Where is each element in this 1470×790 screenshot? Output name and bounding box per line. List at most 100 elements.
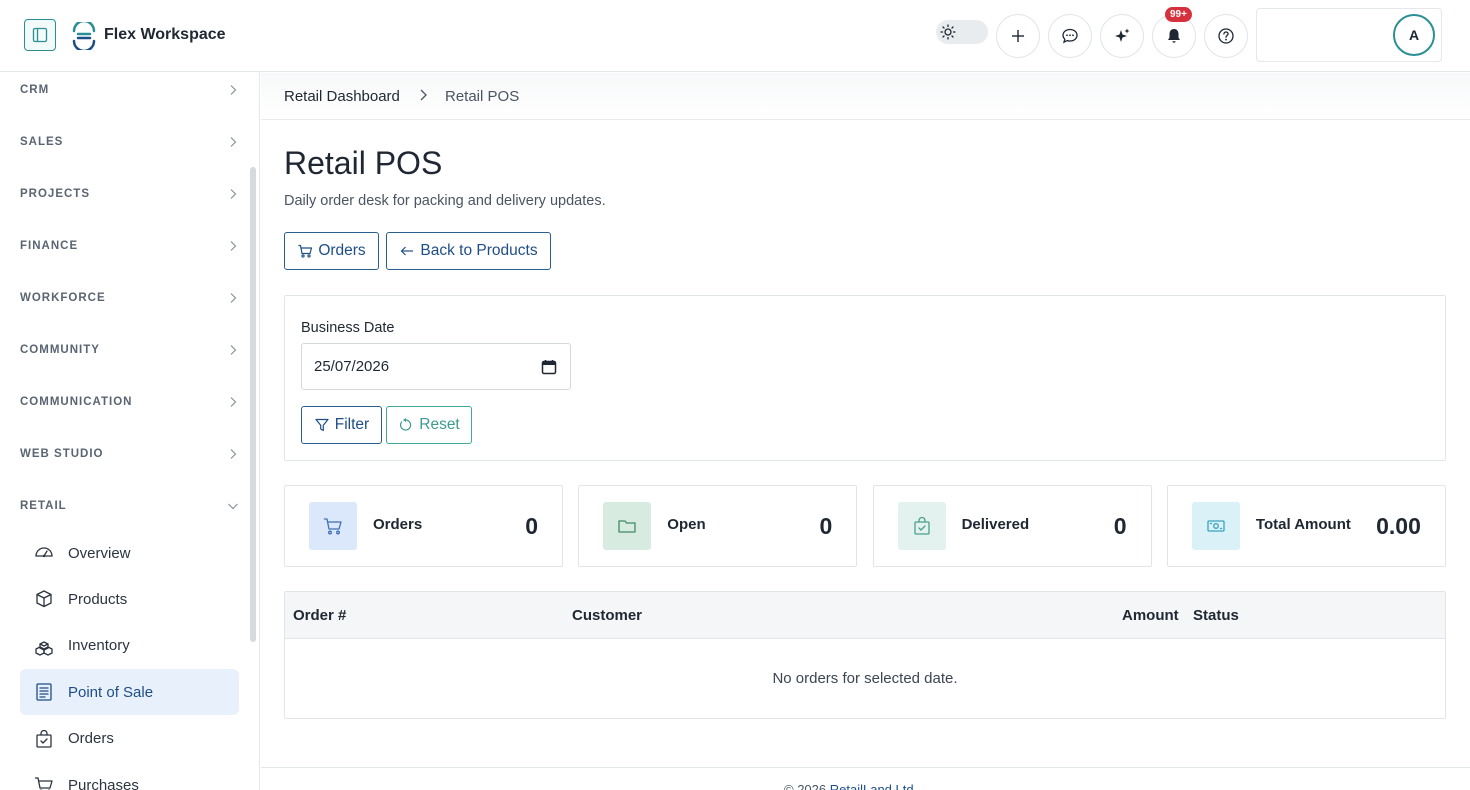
sidebar-section-sales[interactable]: SALES: [20, 132, 240, 152]
sidebar-item-label: Inventory: [68, 637, 130, 655]
sidebar-section-retail[interactable]: RETAIL: [20, 496, 240, 516]
sidebar-section-projects[interactable]: PROJECTS: [20, 184, 240, 204]
back-to-products-label: Back to Products: [420, 242, 538, 259]
filter-card: Business Date 25/07/2026 Filter Reset: [284, 295, 1446, 461]
theme-toggle-knob: [938, 22, 958, 42]
stat-value: 0: [1113, 513, 1127, 539]
stat-value: 0: [819, 513, 833, 539]
orders-button-label: Orders: [318, 242, 366, 259]
chevron-right-icon: [226, 343, 240, 357]
business-date-input[interactable]: 25/07/2026: [301, 343, 571, 390]
business-date-value: 25/07/2026: [314, 358, 390, 375]
sidebar-item-label: Products: [68, 590, 128, 608]
sidebar-section-finance[interactable]: FINANCE: [20, 236, 240, 256]
stat-label: Orders: [373, 516, 423, 533]
sidebar-section-workforce[interactable]: WORKFORCE: [20, 288, 240, 308]
stat-card-orders: Orders 0: [284, 485, 563, 567]
breadcrumb: Retail Dashboard Retail POS: [261, 73, 1470, 120]
cart-icon: [34, 775, 54, 790]
column-amount[interactable]: Amount: [1122, 607, 1179, 624]
sidebar-item-products[interactable]: Products: [20, 576, 239, 622]
stat-value: 0.00: [1376, 513, 1421, 539]
column-customer[interactable]: Customer: [572, 607, 642, 624]
cart-icon: [297, 243, 313, 259]
orders-table: Order # Customer Amount Status No orders…: [284, 591, 1446, 719]
create-button[interactable]: [996, 14, 1040, 58]
avatar[interactable]: A: [1393, 14, 1435, 56]
back-to-products-button[interactable]: Back to Products: [386, 232, 551, 270]
sidebar-item-label: Orders: [68, 730, 114, 748]
sidebar-toggle-icon: [32, 27, 48, 43]
sidebar-section-label: COMMUNITY: [20, 344, 100, 356]
sidebar-section-web-studio[interactable]: WEB STUDIO: [20, 444, 240, 464]
stat-label: Open: [667, 516, 706, 533]
column-order-number[interactable]: Order #: [293, 607, 346, 624]
sidebar-scrollbar[interactable]: [250, 167, 256, 642]
chevron-right-icon: [420, 89, 427, 101]
sidebar-item-orders[interactable]: Orders: [20, 716, 239, 762]
sidebar-toggle-button[interactable]: [24, 19, 56, 51]
theme-toggle[interactable]: [936, 20, 988, 44]
reset-button[interactable]: Reset: [386, 406, 472, 444]
chevron-right-icon: [226, 239, 240, 253]
brand-logo-icon: [72, 22, 96, 50]
orders-button[interactable]: Orders: [284, 232, 379, 270]
sidebar-item-label: Overview: [68, 544, 131, 562]
footer-year: © 2026: [784, 782, 827, 790]
receipt-icon: [34, 682, 54, 702]
user-menu[interactable]: A: [1256, 8, 1442, 62]
sidebar-item-point-of-sale[interactable]: Point of Sale: [20, 669, 239, 716]
sidebar-item-inventory[interactable]: Inventory: [20, 623, 239, 669]
stat-label: Delivered: [961, 516, 1030, 533]
breadcrumb-home-link[interactable]: Retail Dashboard: [284, 88, 400, 105]
sidebar: CRM SALES PROJECTS FINANCE WORKFORCE COMMUNIT…: [0, 72, 260, 790]
calendar-icon[interactable]: [541, 359, 557, 375]
chevron-right-icon: [226, 291, 240, 305]
sidebar-item-overview[interactable]: Overview: [20, 530, 239, 576]
bell-icon: [1168, 29, 1180, 43]
folder-icon: [603, 502, 652, 550]
footer-company-link[interactable]: RetailLand Ltd: [830, 782, 914, 790]
chat-icon: [1062, 28, 1078, 44]
cart-icon: [309, 502, 357, 550]
stat-card-total-amount: Total Amount 0.00: [1166, 485, 1446, 567]
sidebar-section-communication[interactable]: COMMUNICATION: [20, 392, 240, 412]
business-date-label: Business Date: [301, 320, 395, 336]
sidebar-item-label: Purchases: [68, 776, 139, 790]
footer: © 2026 RetailLand Ltd: [261, 767, 1470, 790]
sidebar-section-community[interactable]: COMMUNITY: [20, 340, 240, 360]
sidebar-section-label: SALES: [20, 136, 64, 148]
column-status[interactable]: Status: [1193, 607, 1239, 624]
cash-icon: [1191, 502, 1240, 550]
help-icon: [1218, 28, 1234, 44]
table-header: Order # Customer Amount Status: [285, 592, 1445, 639]
stat-label: Total Amount: [1255, 516, 1351, 533]
bag-check-icon: [897, 502, 946, 550]
sidebar-section-label: FINANCE: [20, 240, 79, 252]
ai-assistant-button[interactable]: [1100, 14, 1144, 58]
empty-table-message: No orders for selected date.: [772, 670, 958, 687]
sidebar-section-label: PROJECTS: [20, 188, 90, 200]
stat-card-delivered: Delivered 0: [872, 485, 1152, 567]
messages-button[interactable]: [1048, 14, 1092, 58]
sparkle-icon: [1115, 28, 1130, 42]
filter-button[interactable]: Filter: [301, 406, 382, 444]
reset-button-label: Reset: [419, 416, 460, 433]
chevron-right-icon: [226, 83, 240, 97]
help-button[interactable]: [1204, 14, 1248, 58]
boxes-icon: [34, 636, 54, 656]
sidebar-section-crm[interactable]: CRM: [20, 80, 240, 100]
top-bar: Flex Workspace 99+ A: [0, 0, 1470, 72]
sidebar-item-purchases[interactable]: Purchases: [20, 762, 239, 790]
breadcrumb-current: Retail POS: [445, 88, 520, 105]
gauge-icon: [34, 543, 54, 563]
sidebar-section-label: CRM: [20, 84, 50, 96]
stat-value: 0: [525, 513, 538, 539]
notification-badge: 99+: [1165, 7, 1192, 22]
page-subtitle: Daily order desk for packing and deliver…: [284, 193, 606, 209]
sidebar-item-label: Point of Sale: [68, 683, 154, 701]
funnel-icon: [314, 417, 330, 433]
arrow-left-icon: [399, 243, 415, 259]
plus-icon: [1012, 30, 1024, 42]
chevron-right-icon: [226, 135, 240, 149]
